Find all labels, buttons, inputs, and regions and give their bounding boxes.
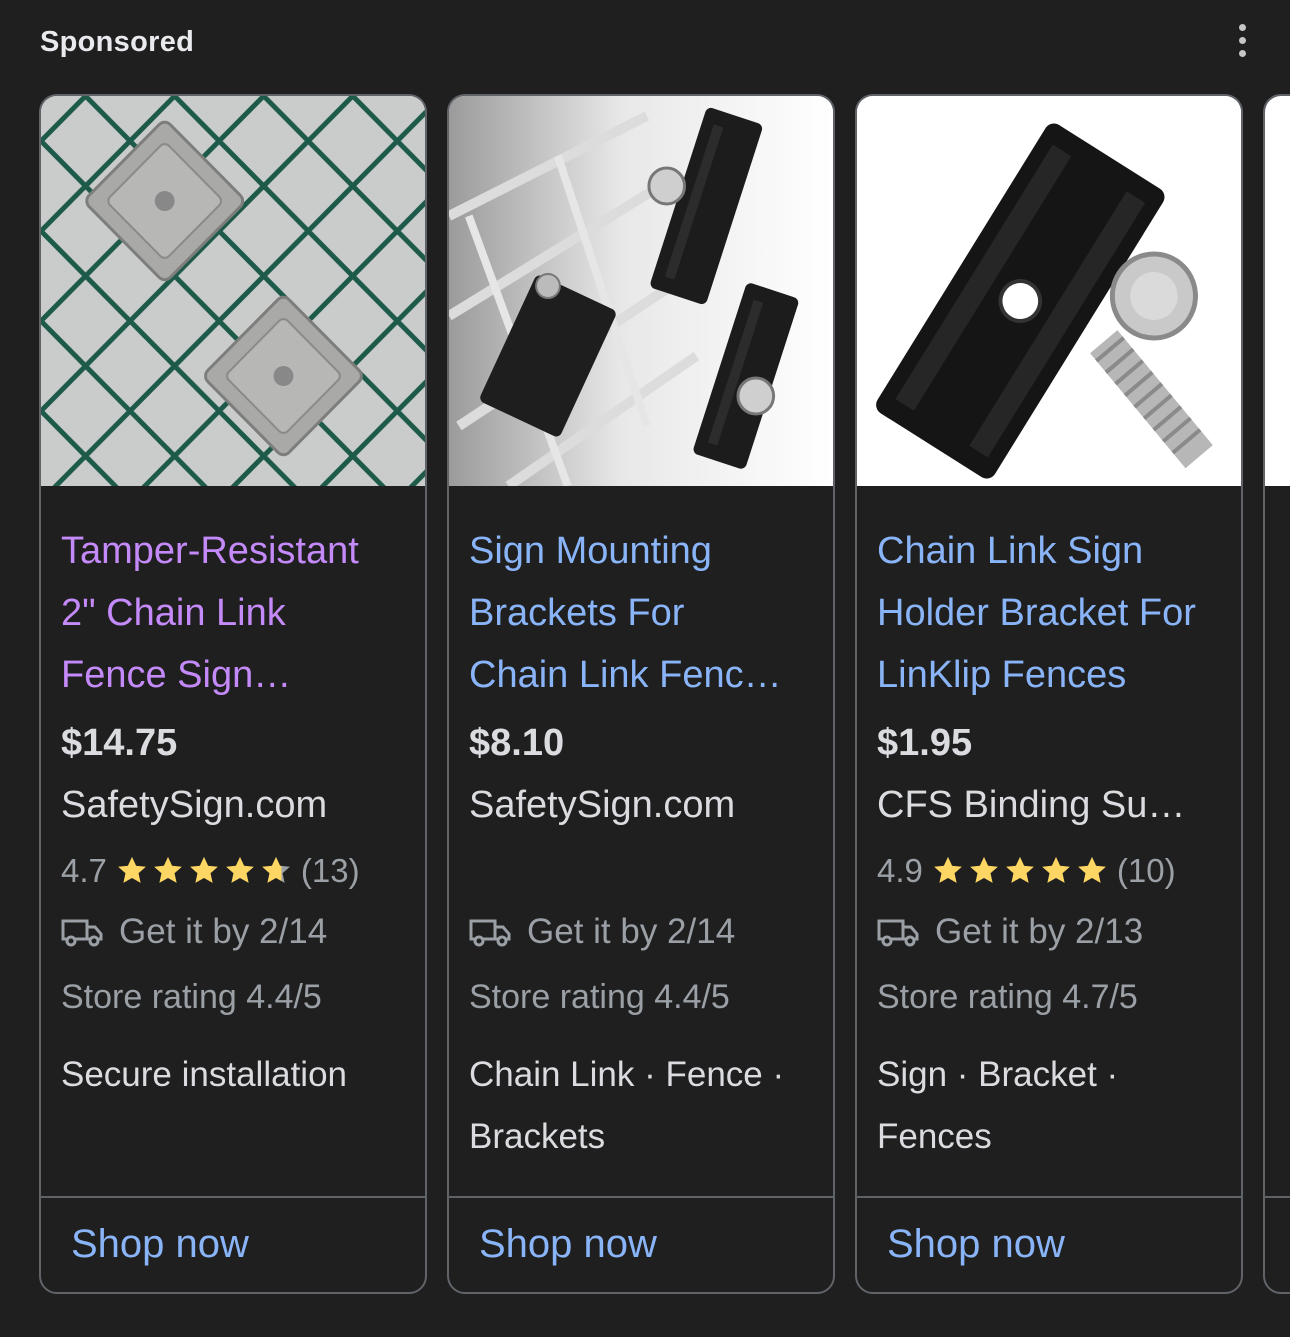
product-tags: Secure installation (61, 1055, 347, 1094)
product-card[interactable]: Sign Mounting Brackets For Chain Link Fe… (447, 94, 835, 1294)
product-carousel[interactable]: Tamper-Resistant 2" Chain Link Fence Sig… (0, 94, 1290, 1298)
product-image[interactable] (449, 96, 833, 486)
merchant-name: SafetySign.com (469, 784, 736, 826)
rating-value: 4.7 (61, 852, 107, 889)
product-image[interactable] (1265, 96, 1290, 486)
truck-icon (61, 919, 103, 947)
star-icon (933, 856, 962, 883)
star-icon (225, 856, 254, 883)
product-card[interactable]: Chain Link Sign Holder Bracket For LinKl… (855, 94, 1243, 1294)
delivery-date: Get it by 2/14 (527, 912, 736, 951)
card-divider (449, 1196, 833, 1198)
product-card[interactable]: Tamper-Resistant 2" Chain Link Fence Sig… (39, 94, 427, 1294)
star-icon (261, 856, 290, 883)
star-rating (931, 854, 1109, 888)
product-price: $14.75 (61, 722, 178, 764)
store-rating: Store rating 4.4/5 (61, 978, 322, 1016)
delivery-info: Get it by 2/13 (877, 912, 1143, 952)
product-title[interactable]: Chain Link Sign Holder Bracket For LinKl… (877, 520, 1227, 706)
product-tags: Sign · Bracket · Fences (877, 1055, 1119, 1156)
product-title[interactable]: Sign Mounting Brackets For Chain Link Fe… (469, 520, 819, 706)
card-divider (1265, 1196, 1290, 1198)
product-rating: 4.7 (13) (61, 852, 360, 890)
delivery-info: Get it by 2/14 (469, 912, 735, 952)
delivery-info: Get it by 2/14 (61, 912, 327, 952)
star-icon (117, 856, 146, 883)
merchant-name: CFS Binding Su… (877, 784, 1186, 826)
product-price: $8.10 (469, 722, 565, 764)
review-count: (10) (1116, 852, 1176, 889)
star-icon (153, 856, 182, 883)
card-divider (857, 1196, 1241, 1198)
store-rating: Store rating 4.4/5 (469, 978, 730, 1016)
truck-icon (469, 919, 511, 947)
store-rating: Store rating 4.7/5 (877, 978, 1138, 1016)
shop-now-button[interactable]: Shop now (71, 1222, 249, 1267)
star-icon (1077, 856, 1106, 883)
shop-now-button[interactable]: Shop now (887, 1222, 1065, 1267)
delivery-date: Get it by 2/13 (935, 912, 1144, 951)
card-divider (41, 1196, 425, 1198)
product-price: $1.95 (877, 722, 973, 764)
review-count: (13) (300, 852, 360, 889)
rating-value: 4.9 (877, 852, 923, 889)
product-tags: Chain Link · Fence · Brackets (469, 1055, 785, 1156)
product-card-partial[interactable] (1263, 94, 1290, 1294)
sponsored-label: Sponsored (40, 26, 195, 58)
more-vert-icon[interactable] (1228, 22, 1256, 58)
merchant-name: SafetySign.com (61, 784, 328, 826)
delivery-date: Get it by 2/14 (119, 912, 328, 951)
truck-icon (877, 919, 919, 947)
shop-now-button[interactable]: Shop now (479, 1222, 657, 1267)
star-icon (189, 856, 218, 883)
star-icon (1041, 856, 1070, 883)
star-icon (1005, 856, 1034, 883)
product-title[interactable]: Tamper-Resistant 2" Chain Link Fence Sig… (61, 520, 411, 706)
star-icon (969, 856, 998, 883)
product-image[interactable] (857, 96, 1241, 486)
product-rating: 4.9 (10) (877, 852, 1176, 890)
product-image[interactable] (41, 96, 425, 486)
star-rating (115, 854, 293, 888)
